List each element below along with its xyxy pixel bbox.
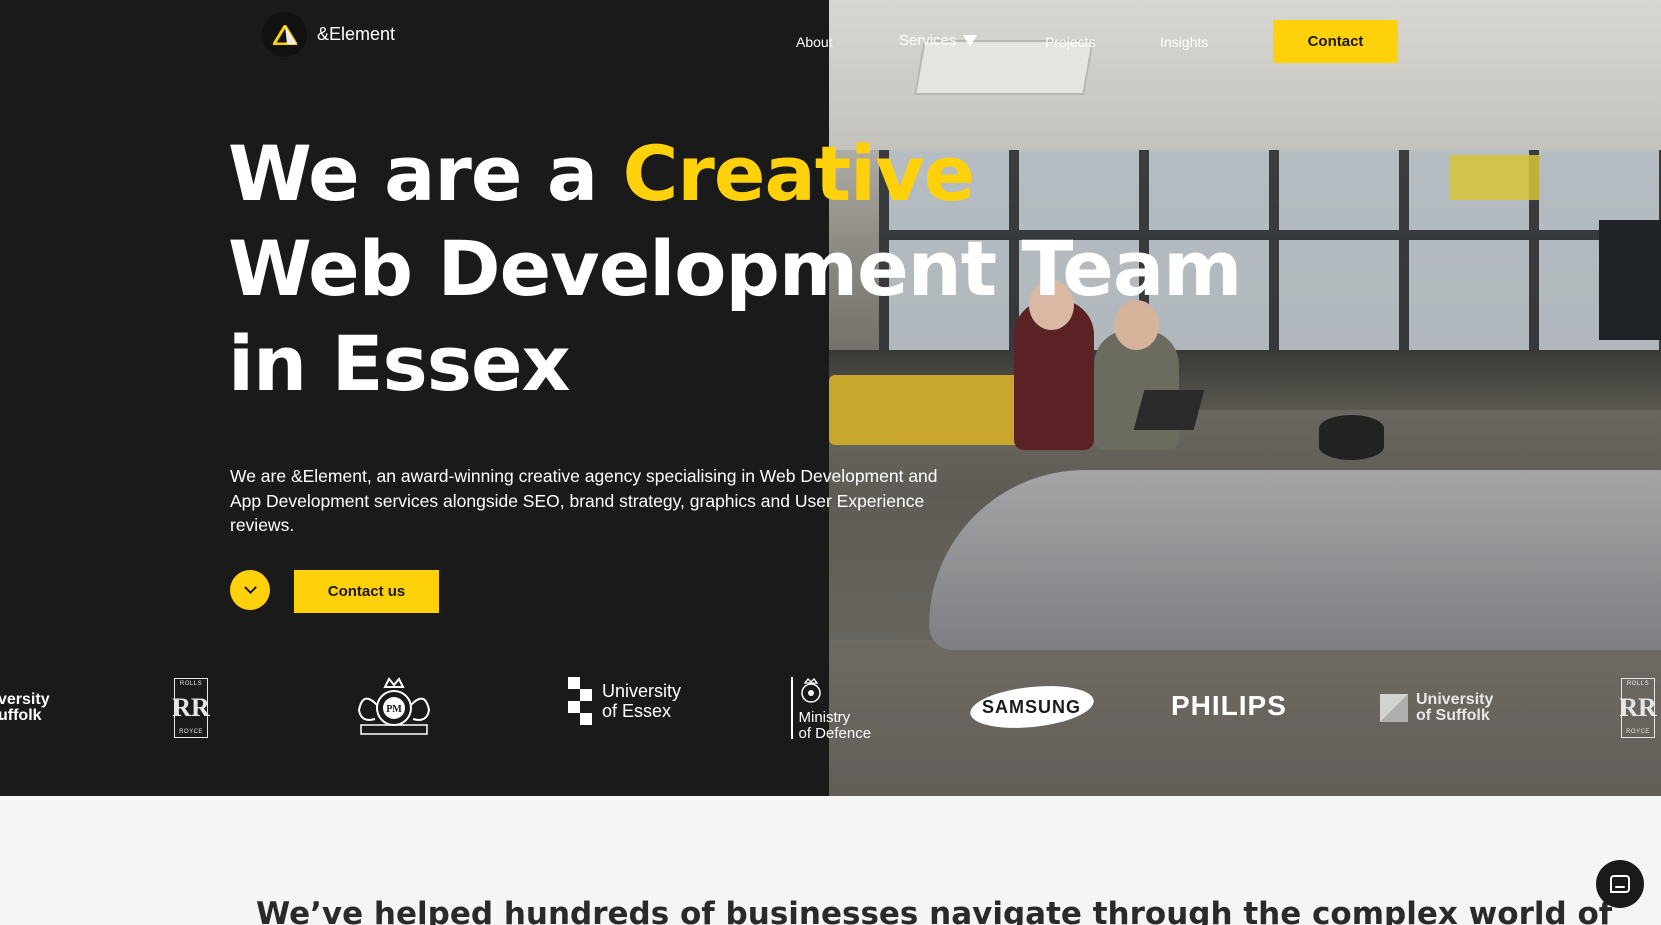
suffolk-mark-icon [1380,694,1408,722]
client-logo-university-of-suffolk-partial: versity uffolk [0,692,50,724]
svg-text:PM: PM [386,704,402,715]
scroll-down-button[interactable] [230,570,270,610]
client-text: of Essex [602,701,672,721]
chat-icon [1610,875,1630,893]
crest-icon: PM [357,677,431,735]
site-logo[interactable]: &Element [262,12,395,57]
client-logo-crest: PM [349,675,439,742]
headline-line3: in Essex [228,319,571,408]
client-logo-rolls-royce: ROLLS RR ROYCE [172,678,210,738]
rr-top-text: ROLLS [179,681,203,687]
rr-bottom-text: ROYCE [1626,729,1650,735]
client-text: of Suffolk [1416,707,1490,724]
nav-insights[interactable]: Insights [1160,34,1208,50]
client-text: University [602,681,682,701]
client-text: of Defence [798,725,872,742]
nav-projects[interactable]: Projects [1045,34,1096,50]
client-text: versity [0,691,50,708]
header-contact-button[interactable]: Contact [1273,20,1398,63]
hero-section: &Element About Services Projects Insight… [0,0,1661,796]
client-logo-philips: PHILIPS [1171,690,1287,721]
caret-down-icon [962,34,977,47]
section-heading: We’ve helped hundreds of businesses navi… [256,896,1613,925]
rr-mark: RR [172,693,210,722]
client-text: University [1416,691,1494,708]
chat-launcher-button[interactable] [1596,860,1644,908]
client-logo-ministry-of-defence: Ministry of Defence [791,677,871,742]
mod-crest-icon [800,678,821,703]
essex-mark-icon [568,677,592,725]
client-text: Ministry [798,709,851,726]
headline-part1: We are a [228,129,623,218]
client-logo-rolls-royce-repeat: ROLLS RR ROYCE [1619,678,1657,738]
client-logo-university-of-suffolk: University of Suffolk [1380,692,1493,724]
nav-services[interactable]: Services [899,32,977,49]
client-logo-samsung: SAMSUNG [968,680,1096,734]
client-text: uffolk [0,707,42,724]
client-text: SAMSUNG [982,696,1082,717]
nav-about[interactable]: About [796,34,833,50]
client-logo-university-of-essex: University of Essex [568,677,681,725]
hero-description: We are &Element, an award-winning creati… [230,466,938,535]
nav-services-label: Services [899,32,957,49]
rr-top-text: ROLLS [1626,681,1650,687]
logo-triangle-icon [262,12,307,57]
contact-us-button[interactable]: Contact us [294,570,439,613]
hero-headline: We are a Creative Web Development Team i… [228,126,1242,411]
logo-text: &Element [317,24,396,44]
rr-mark: RR [1619,693,1657,722]
headline-accent: Creative [622,129,976,218]
headline-line2: Web Development Team [228,224,1242,313]
rr-bottom-text: ROYCE [179,729,203,735]
chevron-down-icon [243,580,257,594]
